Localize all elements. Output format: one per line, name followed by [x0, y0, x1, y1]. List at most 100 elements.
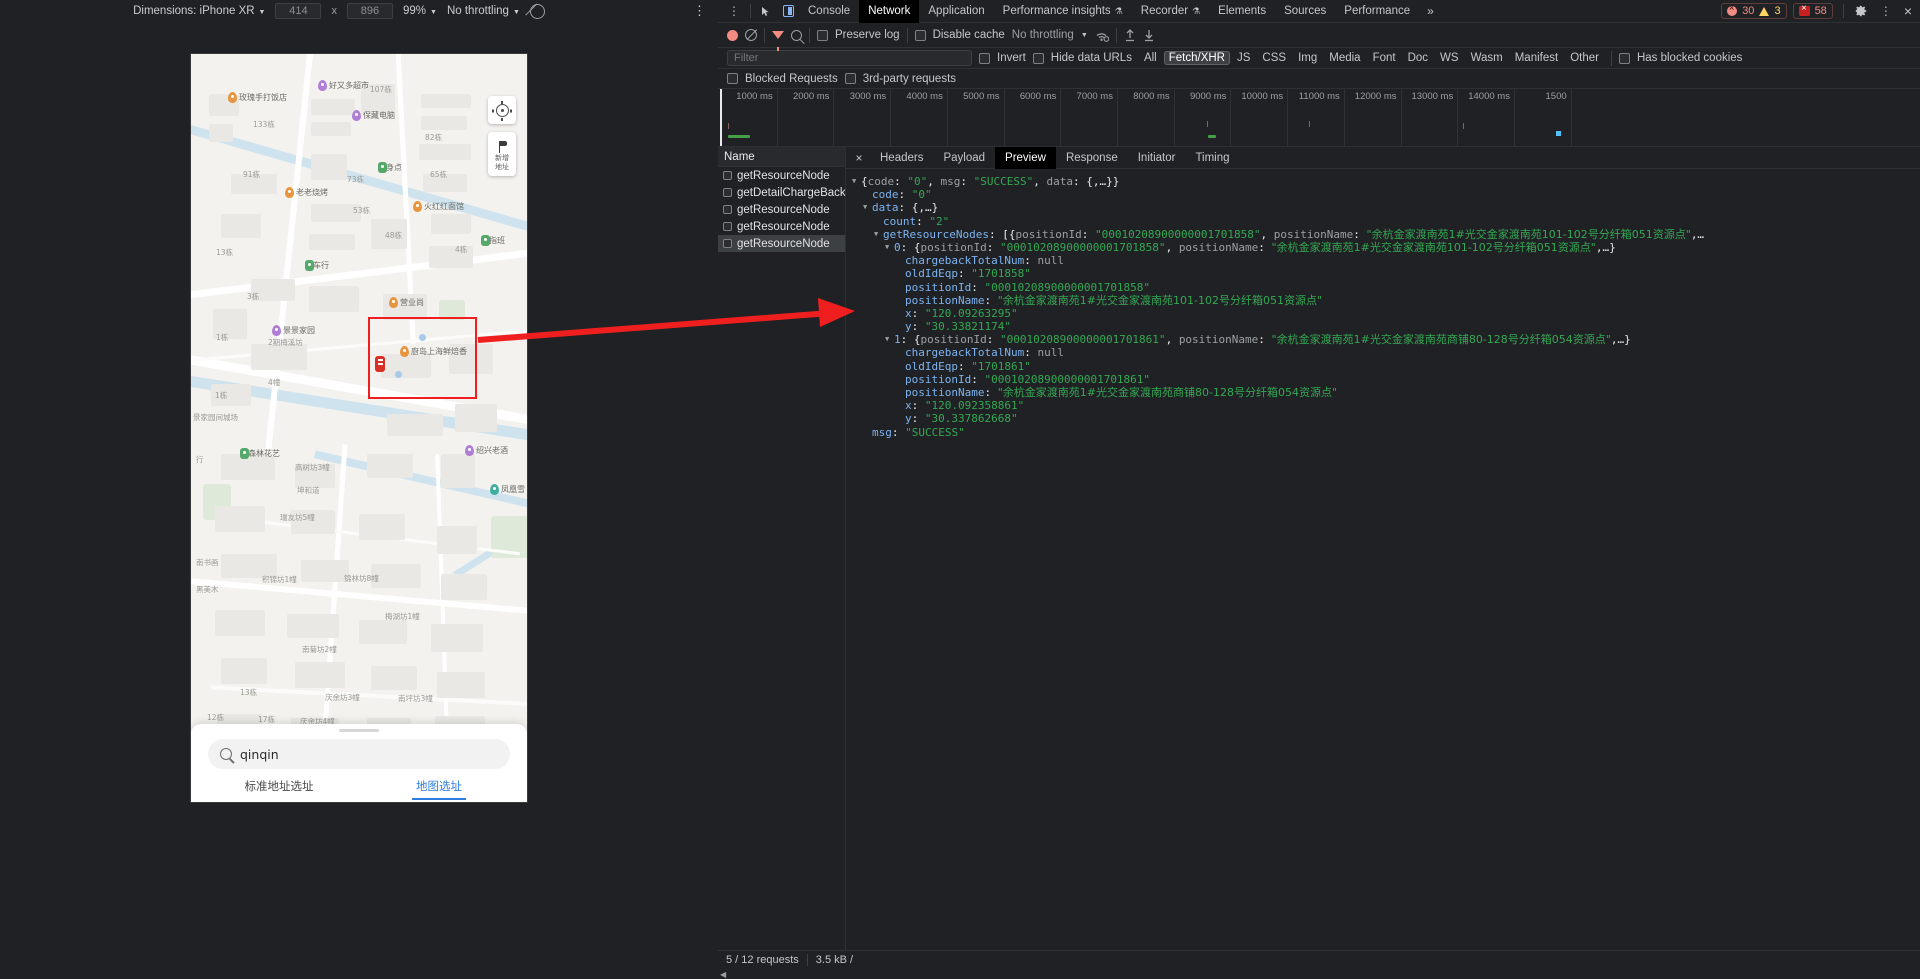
hide-data-urls-checkbox[interactable] [1032, 52, 1044, 64]
filter-icon[interactable] [772, 31, 784, 51]
device-dimensions-select[interactable]: Dimensions: iPhone XR ▼ [133, 5, 265, 17]
tab-network[interactable]: Network [859, 0, 920, 23]
map-poi[interactable]: 好又多超市 [318, 80, 369, 91]
device-throttling-select[interactable]: No throttling ▼ [447, 5, 520, 17]
map-search-box[interactable]: qinqin [208, 739, 510, 769]
disable-cache-checkbox[interactable] [914, 29, 926, 41]
search-icon[interactable] [791, 29, 802, 41]
map-canvas[interactable]: 107栋 133栋 91栋 73栋 82栋 65栋 53栋 48栋 4栋 13栋 3栋 1栋 2期梅溪坊… [191, 54, 527, 802]
map-add-address-button[interactable]: 新增 地址 [488, 132, 516, 176]
json-preview-viewer[interactable]: ▼ {code: "0", msg: "SUCCESS", data: {,…}}… [846, 169, 1920, 950]
filter-input[interactable] [727, 50, 972, 66]
tab-console[interactable]: Console [799, 0, 859, 23]
map-poi[interactable]: 保藏电脑 [352, 110, 395, 121]
request-list-row[interactable]: getResourceNode [718, 167, 845, 184]
inspect-element-button[interactable] [755, 2, 777, 21]
tab-recorder[interactable]: Recorder ⚗ [1132, 0, 1209, 23]
device-width-input[interactable]: 414 [275, 3, 322, 19]
export-har-icon[interactable] [1143, 29, 1155, 42]
detail-tab-initiator[interactable]: Initiator [1128, 147, 1186, 169]
issues-counter[interactable]: 58 [1792, 3, 1833, 19]
map-locate-button[interactable] [488, 96, 516, 124]
resource-filter-manifest[interactable]: Manifest [1510, 51, 1563, 65]
resource-filter-img[interactable]: Img [1293, 51, 1322, 65]
detail-tab-preview[interactable]: Preview [995, 146, 1056, 169]
clear-icon[interactable] [745, 29, 757, 41]
map-poi[interactable]: 玫瑰手打饭店 [228, 92, 287, 103]
json-disclosure-triangle-icon[interactable]: ▼ [874, 228, 883, 241]
request-checkbox[interactable] [723, 222, 732, 231]
resource-filter-js[interactable]: JS [1232, 51, 1255, 65]
request-list-row[interactable]: getResourceNode [718, 235, 845, 252]
blocked-requests-checkbox[interactable] [727, 73, 738, 84]
gear-icon[interactable] [1854, 4, 1868, 18]
network-overview-timeline[interactable]: 1000 ms 2000 ms 3000 ms 4000 ms 5000 ms 6000 … [718, 89, 1920, 147]
map-poi[interactable]: 健身点 [378, 162, 402, 173]
sheet-drag-handle[interactable] [339, 729, 379, 732]
request-checkbox[interactable] [723, 239, 732, 248]
detail-tab-payload[interactable]: Payload [933, 147, 995, 169]
request-checkbox[interactable] [723, 205, 732, 214]
tab-performance-insights[interactable]: Performance insights ⚗ [994, 0, 1132, 23]
close-icon[interactable]: × [1904, 4, 1912, 18]
chevron-down-icon[interactable]: ▼ [1081, 32, 1088, 39]
horizontal-scrollbar[interactable]: ◀ [718, 969, 1920, 979]
resource-filter-font[interactable]: Font [1368, 51, 1401, 65]
devtools-main-kebab-icon[interactable]: ⋮ [722, 5, 746, 17]
record-button[interactable] [727, 29, 738, 41]
json-disclosure-triangle-icon[interactable]: ▼ [852, 175, 861, 188]
detail-tab-timing[interactable]: Timing [1185, 147, 1239, 169]
close-detail-icon[interactable]: × [848, 152, 870, 164]
request-checkbox[interactable] [723, 171, 732, 180]
tab-elements[interactable]: Elements [1209, 0, 1275, 23]
resource-filter-ws[interactable]: WS [1435, 51, 1464, 65]
network-throttling-label[interactable]: No throttling [1012, 29, 1074, 41]
map-selected-resource-marker[interactable] [375, 356, 385, 372]
detail-tab-headers[interactable]: Headers [870, 147, 933, 169]
import-har-icon[interactable] [1124, 28, 1136, 42]
no-scale-icon[interactable] [529, 3, 545, 19]
map-poi[interactable]: 营业尚 [389, 297, 424, 308]
map-poi[interactable]: 火红红面馆 [413, 201, 464, 212]
tab-application[interactable]: Application [919, 0, 993, 23]
resource-filter-all[interactable]: All [1139, 51, 1162, 65]
resource-filter-wasm[interactable]: Wasm [1466, 51, 1508, 65]
map-poi[interactable]: 小森林花艺 [240, 448, 280, 459]
resource-filter-media[interactable]: Media [1324, 51, 1365, 65]
map-poi[interactable]: 老老烧烤 [285, 187, 328, 198]
preserve-log-checkbox[interactable] [817, 29, 828, 41]
scroll-left-icon[interactable]: ◀ [720, 970, 726, 979]
request-list-row[interactable]: getResourceNode [718, 201, 845, 218]
map-poi[interactable]: 变车行 [305, 260, 329, 271]
search-input[interactable]: qinqin [240, 747, 279, 762]
map-poi[interactable]: 景景家园 [272, 325, 315, 336]
resource-filter-css[interactable]: CSS [1257, 51, 1291, 65]
json-disclosure-triangle-icon[interactable]: ▼ [885, 241, 894, 254]
tab-map-address[interactable]: 地图选址 [359, 778, 519, 800]
devtools-settings-kebab-icon[interactable]: ⋮ [1874, 5, 1898, 17]
request-list-row[interactable]: getResourceNode [718, 218, 845, 235]
tab-sources[interactable]: Sources [1275, 0, 1335, 23]
toggle-device-toolbar-button[interactable] [777, 2, 799, 21]
json-disclosure-triangle-icon[interactable]: ▼ [885, 333, 894, 346]
device-zoom-select[interactable]: 99% ▼ [403, 5, 437, 17]
more-tabs-button[interactable]: » [1419, 4, 1442, 18]
resource-filter-fetch-xhr[interactable]: Fetch/XHR [1163, 51, 1230, 65]
map-poi[interactable]: 绍兴老酒 [465, 445, 508, 456]
map-poi[interactable]: 东指班 [481, 235, 505, 246]
request-list-header[interactable]: Name [718, 147, 845, 167]
json-disclosure-triangle-icon[interactable]: ▼ [863, 201, 872, 214]
request-list-row[interactable]: getDetailChargeBack [718, 184, 845, 201]
third-party-requests-checkbox[interactable] [844, 73, 856, 84]
request-checkbox[interactable] [723, 188, 732, 197]
has-blocked-cookies-checkbox[interactable] [1618, 52, 1630, 64]
device-options-kebab-icon[interactable]: ⋮ [693, 3, 706, 19]
phone-viewport[interactable]: 107栋 133栋 91栋 73栋 82栋 65栋 53栋 48栋 4栋 13栋 3栋 1栋 2期梅溪坊… [191, 54, 527, 802]
detail-tab-response[interactable]: Response [1056, 147, 1128, 169]
device-height-input[interactable]: 896 [346, 3, 393, 19]
resource-filter-other[interactable]: Other [1565, 51, 1604, 65]
invert-checkbox[interactable] [979, 52, 990, 64]
console-counters[interactable]: 30 3 [1721, 3, 1787, 19]
map-poi[interactable]: 凤凰雪 [490, 484, 525, 495]
resource-filter-doc[interactable]: Doc [1403, 51, 1433, 65]
